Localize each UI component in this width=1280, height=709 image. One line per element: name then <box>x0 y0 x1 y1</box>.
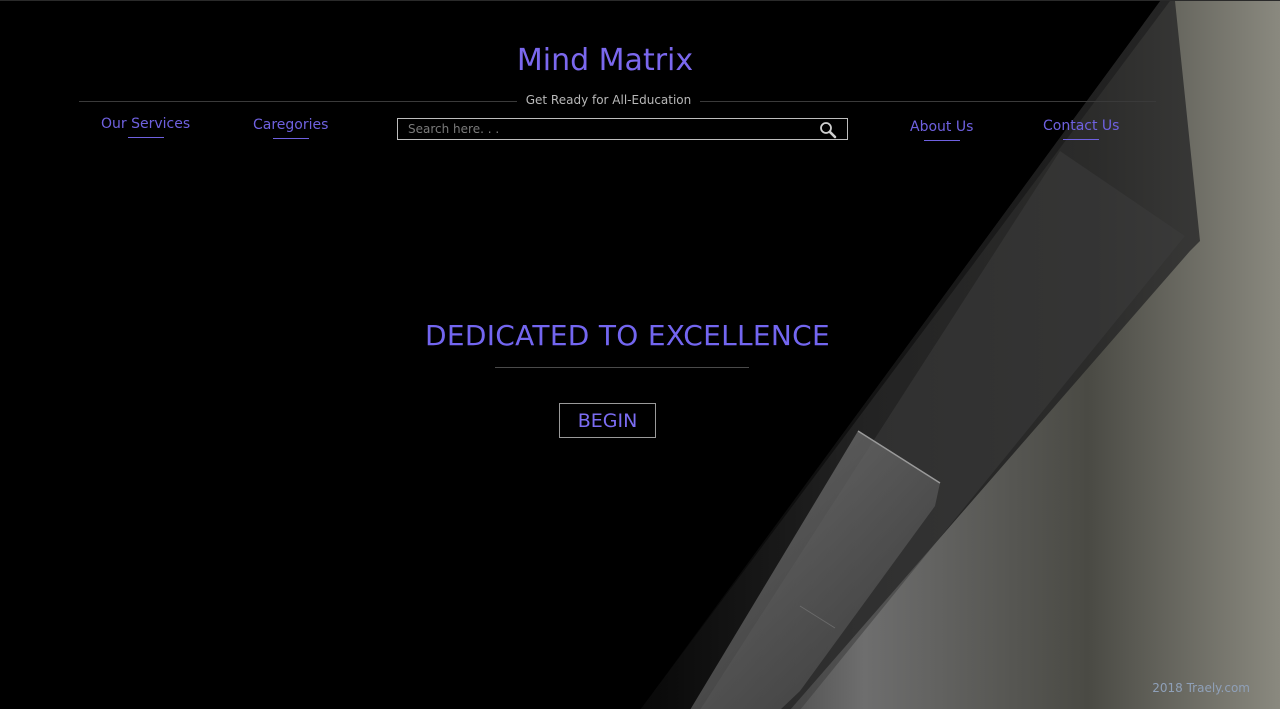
nav-link-our-services[interactable]: Our Services <box>101 116 191 138</box>
nav-underline <box>1063 139 1100 140</box>
nav-link-label: Our Services <box>101 116 191 132</box>
nav-link-label: Contact Us <box>1043 118 1120 134</box>
nav-link-about-us[interactable]: About Us <box>910 119 974 141</box>
search-box <box>397 118 848 140</box>
nav-underline <box>127 137 164 138</box>
nav-link-contact-us[interactable]: Contact Us <box>1043 118 1120 140</box>
page: Mind Matrix Get Ready for All-Education … <box>0 0 1280 709</box>
begin-button[interactable]: BEGIN <box>559 403 656 438</box>
laptop-background-image <box>0 1 1280 709</box>
header-divider-right <box>700 101 1156 102</box>
header-divider-left <box>79 101 517 102</box>
hero-divider <box>495 367 749 368</box>
nav-underline <box>272 138 309 139</box>
nav-underline <box>923 140 960 141</box>
hero-heading: DEDICATED TO EXCELLENCE <box>425 319 830 352</box>
search-icon[interactable] <box>819 121 837 139</box>
search-input[interactable] <box>408 120 808 138</box>
nav-link-label: About Us <box>910 119 974 135</box>
site-title: Mind Matrix <box>516 43 694 78</box>
nav-link-label: Caregories <box>253 117 329 133</box>
tagline: Get Ready for All-Education <box>525 93 692 107</box>
nav-link-categories[interactable]: Caregories <box>253 117 329 139</box>
footer-copyright: 2018 Traely.com <box>1152 681 1250 695</box>
